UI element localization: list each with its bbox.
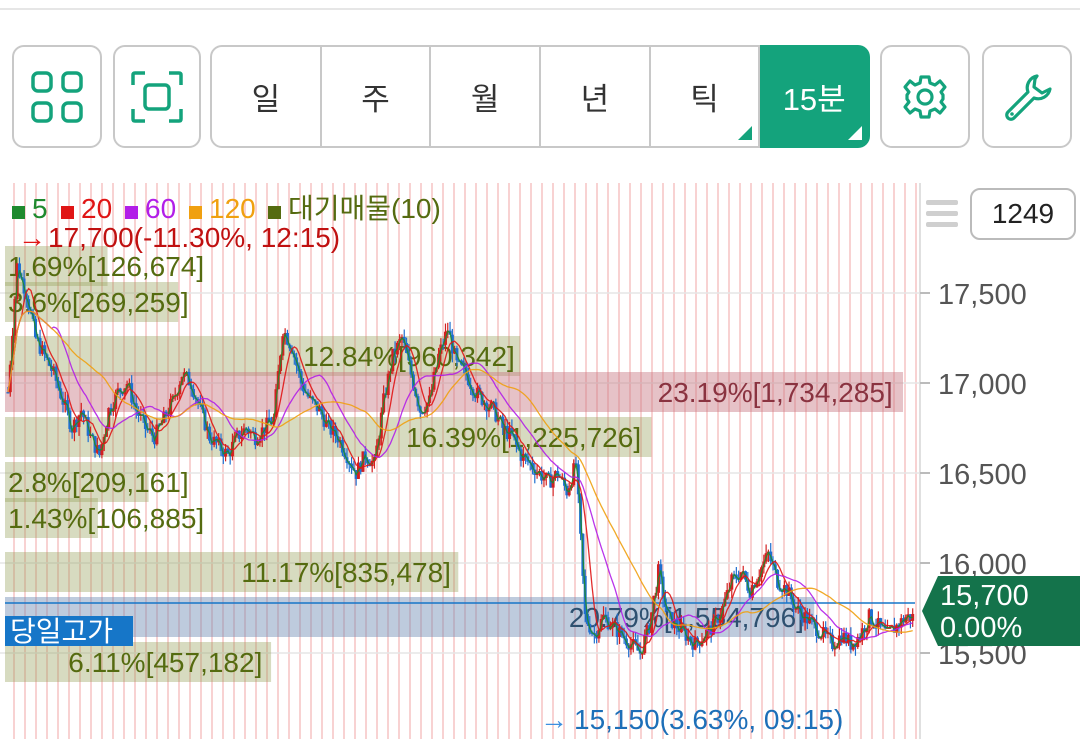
candle-count: 1249 <box>991 198 1055 229</box>
legend-swatch <box>268 206 281 219</box>
legend-label: 60 <box>145 193 176 224</box>
y-tick-label: 17,500 <box>938 279 1027 311</box>
legend-swatch <box>61 206 74 219</box>
tab-tick-label: 틱 <box>690 82 719 117</box>
settings-button[interactable] <box>880 45 970 148</box>
volume-profile-label: 2.8%[209,161] <box>8 467 189 498</box>
moving-averages <box>7 270 914 655</box>
legend-swatch <box>189 206 202 219</box>
volume-profile-label: 1.43%[106,885] <box>8 503 204 534</box>
volume-profile-label: 23.19%[1,734,285] <box>658 377 893 408</box>
low-arrow-icon: → <box>540 704 568 735</box>
tab-15min[interactable]: 15분 <box>760 45 871 148</box>
tab-month[interactable]: 월 <box>431 45 542 148</box>
wrench-icon <box>1005 73 1052 121</box>
current-price-tag: 15,700 0.00% <box>922 576 1080 646</box>
gear-icon <box>903 74 947 119</box>
grid-view-button[interactable] <box>12 45 102 148</box>
tab-month-label: 월 <box>470 82 500 117</box>
top-divider <box>0 0 1080 10</box>
menu-icon[interactable] <box>926 200 958 230</box>
tools-button[interactable] <box>982 45 1072 148</box>
fullscreen-button[interactable] <box>113 45 201 148</box>
tab-15min-label: 15분 <box>782 82 846 117</box>
legend-label: 20 <box>81 193 112 224</box>
legend-label: 120 <box>209 193 256 224</box>
volume-profile-label: 11.17%[835,478] <box>241 557 451 588</box>
tab-day-label: 일 <box>251 82 281 117</box>
current-price: 15,700 <box>940 580 1029 612</box>
current-change: 0.00% <box>940 612 1022 644</box>
volume-profile-label: 1.69%[126,674] <box>8 251 204 282</box>
dropdown-corner-icon <box>848 126 863 140</box>
legend-label: 대기매물(10) <box>288 193 441 224</box>
high-arrow-icon: → <box>18 222 46 253</box>
legend: 5 20 60 120 대기매물(10) <box>12 193 441 224</box>
tab-day[interactable]: 일 <box>210 45 322 148</box>
y-tick-label: 16,500 <box>938 459 1027 491</box>
today-high-badge: 당일고가 <box>10 616 113 647</box>
ma-line-5 <box>7 270 913 655</box>
price-chart[interactable]: 1.69%[126,674]3.6%[269,259]12.84%[960,34… <box>0 183 1080 739</box>
legend-label: 5 <box>32 193 48 224</box>
tab-week-label: 주 <box>361 82 390 117</box>
grid-4-icon <box>31 70 83 123</box>
legend-swatch <box>125 206 138 219</box>
low-label: 15,150(3.63%, 09:15) <box>574 704 843 735</box>
period-tabs: 일 주 월 년 틱 15분 <box>210 45 871 148</box>
tab-tick[interactable]: 틱 <box>650 45 761 148</box>
tab-year-label: 년 <box>580 82 610 117</box>
dropdown-corner-icon <box>738 126 753 140</box>
focus-frame-icon <box>131 70 183 123</box>
high-label: 17,700(-11.30%, 12:15) <box>48 222 340 253</box>
candle-count-box[interactable]: 1249 <box>970 188 1076 240</box>
volume-profile: 1.69%[126,674]3.6%[269,259]12.84%[960,34… <box>5 246 915 682</box>
y-tick-label: 17,000 <box>938 369 1027 401</box>
y-axis: 17,50017,00016,50016,00015,500 <box>919 183 1027 739</box>
tab-year[interactable]: 년 <box>541 45 651 148</box>
tab-week[interactable]: 주 <box>321 45 432 148</box>
candle-body <box>6 392 10 394</box>
volume-profile-label: 6.11%[457,182] <box>68 647 262 678</box>
legend-swatch <box>12 206 25 219</box>
